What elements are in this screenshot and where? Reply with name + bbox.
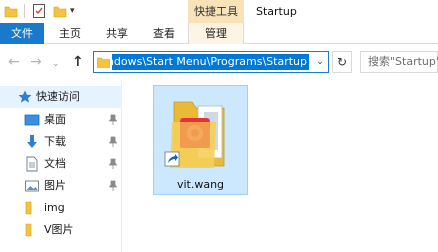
customize-dropdown-icon[interactable]: ▾ <box>70 3 80 19</box>
new-folder-icon[interactable] <box>53 3 67 19</box>
document-icon <box>26 156 38 172</box>
file-list: vit.wang <box>123 80 438 252</box>
sidebar-item-label: 快速访问 <box>36 90 80 103</box>
sidebar-item-desktop[interactable]: 桌面 <box>0 109 122 131</box>
pin-icon[interactable] <box>108 158 118 170</box>
sidebar-item-label: img <box>44 201 65 214</box>
up-arrow-icon[interactable]: ↑ <box>72 54 84 70</box>
search-placeholder: 搜索"Startup" <box>368 55 438 68</box>
desktop-icon <box>24 114 40 126</box>
forward-arrow-icon[interactable]: → <box>30 54 42 70</box>
folder-icon <box>97 57 110 68</box>
recent-locations-chevron-icon[interactable]: ⌄ <box>52 56 60 72</box>
file-item[interactable]: vit.wang <box>153 85 248 195</box>
star-icon <box>18 90 32 103</box>
folder-icon <box>25 201 32 215</box>
window-title: Startup <box>256 5 297 18</box>
navigation-bar: ← → ⌄ ↑ indows\Start Menu\Programs\Start… <box>0 45 438 79</box>
properties-icon[interactable] <box>32 3 47 19</box>
sidebar-item-label: 下载 <box>44 135 66 148</box>
folder-icon[interactable] <box>4 3 18 19</box>
pin-icon[interactable] <box>108 180 118 192</box>
title-bar: ▾ 快捷工具 Startup <box>0 0 438 23</box>
sidebar-item-label: 文档 <box>44 157 66 170</box>
address-bar[interactable]: indows\Start Menu\Programs\Startup ⌄ <box>93 51 329 73</box>
file-name: vit.wang <box>176 178 225 191</box>
shortcut-icon <box>164 101 225 168</box>
context-tab-header: 快捷工具 <box>188 0 244 23</box>
search-box[interactable]: 搜索"Startup" <box>360 51 438 73</box>
pin-icon[interactable] <box>108 136 118 148</box>
sidebar-item-pictures[interactable]: 图片 <box>0 175 122 197</box>
tab-home[interactable]: 主页 <box>50 23 90 44</box>
sidebar-item-label: V图片 <box>44 223 74 236</box>
back-arrow-icon[interactable]: ← <box>8 54 20 70</box>
sidebar-item-documents[interactable]: 文档 <box>0 153 122 175</box>
navigation-pane: 快速访问 桌面 下载 文档 图片 img V图片 <box>0 80 122 252</box>
sidebar-item-label: 图片 <box>44 179 66 192</box>
pictures-icon <box>25 180 39 192</box>
download-icon <box>27 135 37 148</box>
sidebar-item-v-pictures[interactable]: V图片 <box>0 219 122 241</box>
sidebar-item-quick-access[interactable]: 快速访问 <box>0 86 122 108</box>
sidebar-item-label: 桌面 <box>44 113 66 126</box>
ribbon-tabs: 文件 主页 共享 查看 管理 <box>0 23 438 44</box>
refresh-icon[interactable]: ↻ <box>332 51 352 73</box>
tab-view[interactable]: 查看 <box>144 23 184 44</box>
pin-icon[interactable] <box>108 114 118 126</box>
sidebar-item-downloads[interactable]: 下载 <box>0 131 122 153</box>
folder-icon <box>25 223 32 237</box>
tab-share[interactable]: 共享 <box>95 23 139 44</box>
tab-manage[interactable]: 管理 <box>188 23 244 44</box>
tab-file[interactable]: 文件 <box>0 23 44 44</box>
address-path[interactable]: indows\Start Menu\Programs\Startup <box>112 54 309 70</box>
toolbar-separator <box>24 4 25 18</box>
address-dropdown-icon[interactable]: ⌄ <box>314 55 326 69</box>
sidebar-item-img[interactable]: img <box>0 197 122 219</box>
